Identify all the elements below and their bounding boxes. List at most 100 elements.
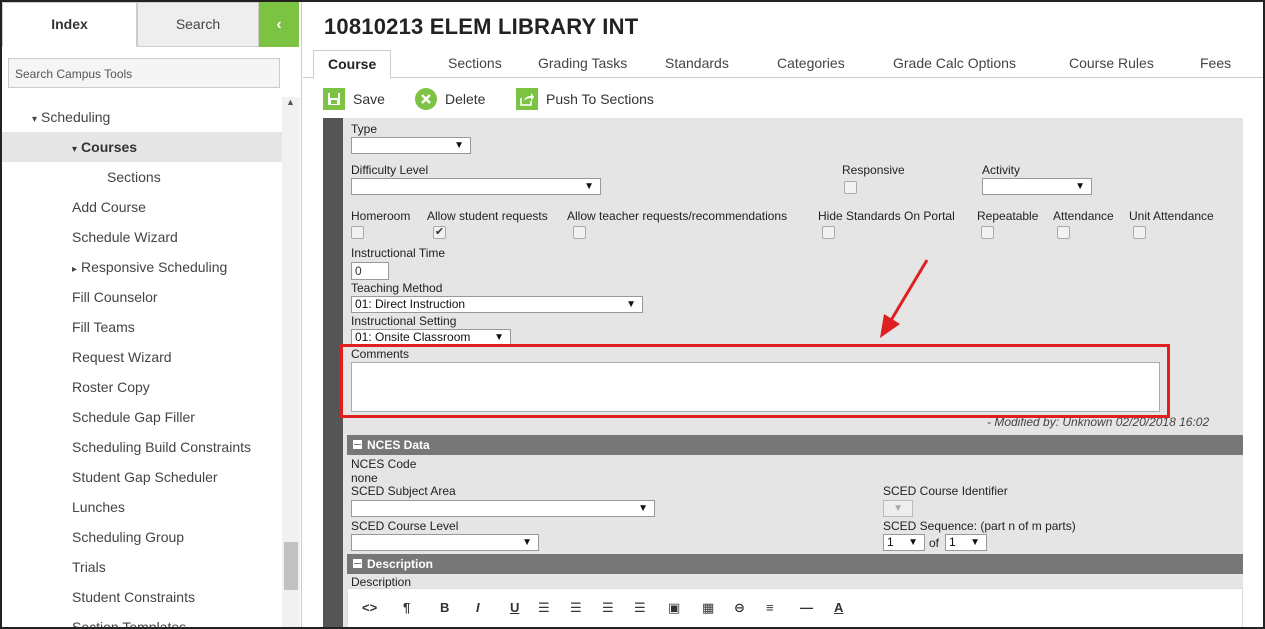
dropdown-arrow-icon: ▼ — [454, 140, 464, 151]
save-button[interactable]: Save — [323, 86, 385, 112]
sidebar-item-label: Courses — [81, 139, 138, 155]
hide-standards-checkbox[interactable] — [822, 226, 835, 239]
indent-icon[interactable]: ☰ — [634, 600, 646, 616]
sced-subject-area-select[interactable]: ▼ — [351, 500, 655, 517]
tab-index[interactable]: Index — [2, 2, 137, 47]
allow-student-requests-label: Allow student requests — [427, 209, 548, 223]
dropdown-arrow-icon: ▼ — [626, 299, 636, 310]
description-header-label: Description — [367, 557, 434, 571]
tab-fees[interactable]: Fees — [1200, 50, 1231, 78]
collapse-sidebar-button[interactable]: ‹ — [259, 2, 299, 47]
table-icon[interactable]: ▦ — [702, 600, 714, 616]
align-icon[interactable]: ≡ — [766, 600, 774, 615]
course-tabs: Course Sections Grading Tasks Standards … — [303, 50, 1263, 79]
sced-sequence-label: SCED Sequence: (part n of m parts) — [883, 519, 1076, 533]
push-to-sections-button[interactable]: Push To Sections — [516, 86, 654, 112]
nces-data-header[interactable]: NCES Data — [347, 435, 1243, 455]
dropdown-arrow-icon: ▼ — [638, 503, 648, 514]
rich-text-toolbar: <> ¶ B I U ☰ ☰ ☰ ☰ ▣ ▦ ⊖ ≡ — A — [347, 588, 1243, 627]
sidebar-item-scheduling-group[interactable]: Scheduling Group — [2, 522, 282, 552]
allow-student-requests-checkbox[interactable]: ✔ — [433, 226, 446, 239]
sidebar-item-lunches[interactable]: Lunches — [2, 492, 282, 522]
sced-sequence-m-select[interactable]: 1 ▼ — [945, 534, 987, 551]
tab-search[interactable]: Search — [137, 2, 259, 47]
sidebar-item-trials[interactable]: Trials — [2, 552, 282, 582]
activity-label: Activity — [982, 163, 1021, 177]
search-campus-tools-input[interactable]: Search Campus Tools — [8, 58, 280, 88]
dropdown-arrow-icon: ▼ — [522, 537, 532, 548]
delete-button[interactable]: Delete — [415, 86, 485, 112]
teaching-method-select[interactable]: 01: Direct Instruction ▼ — [351, 296, 643, 313]
image-icon[interactable]: ▣ — [668, 600, 680, 616]
instructional-time-input[interactable]: 0 — [351, 262, 389, 280]
sidebar-item-fill-teams[interactable]: Fill Teams — [2, 312, 282, 342]
tab-standards[interactable]: Standards — [665, 50, 729, 78]
code-view-icon[interactable]: <> — [362, 600, 377, 615]
sidebar-item-section-templates[interactable]: Section Templates — [2, 612, 282, 627]
scrollbar-thumb[interactable] — [284, 542, 298, 590]
sidebar-item-label: Scheduling — [41, 109, 111, 125]
sidebar-item-sections[interactable]: Sections — [2, 162, 282, 192]
responsive-checkbox[interactable] — [844, 181, 857, 194]
attendance-checkbox[interactable] — [1057, 226, 1070, 239]
sidebar-item-student-gap-scheduler[interactable]: Student Gap Scheduler — [2, 462, 282, 492]
text-color-icon[interactable]: A — [834, 600, 843, 615]
attendance-label: Attendance — [1053, 209, 1114, 223]
underline-icon[interactable]: U — [510, 600, 519, 615]
activity-select[interactable]: ▼ — [982, 178, 1092, 195]
scroll-up-icon[interactable]: ▲ — [286, 97, 295, 107]
dropdown-arrow-icon: ▼ — [908, 537, 918, 548]
sced-sequence-n-select[interactable]: 1 ▼ — [883, 534, 925, 551]
sidebar-item-scheduling[interactable]: ▾ Scheduling — [2, 102, 282, 132]
sced-course-identifier-select[interactable]: ▼ — [883, 500, 913, 517]
tab-categories[interactable]: Categories — [777, 50, 845, 78]
sidebar-item-scheduling-build-constraints[interactable]: Scheduling Build Constraints — [2, 432, 282, 462]
sidebar-item-courses[interactable]: ▾ Courses — [2, 132, 282, 162]
sced-course-level-select[interactable]: ▼ — [351, 534, 539, 551]
italic-icon[interactable]: I — [476, 600, 480, 615]
push-to-sections-label: Push To Sections — [546, 91, 654, 107]
dropdown-arrow-icon: ▼ — [1075, 181, 1085, 192]
description-header[interactable]: Description — [347, 554, 1243, 574]
dropdown-arrow-icon: ▼ — [893, 503, 903, 514]
teaching-method-value: 01: Direct Instruction — [355, 297, 466, 311]
sidebar-item-schedule-gap-filler[interactable]: Schedule Gap Filler — [2, 402, 282, 432]
sidebar-item-schedule-wizard[interactable]: Schedule Wizard — [2, 222, 282, 252]
page-title: 10810213 ELEM LIBRARY INT — [324, 14, 639, 39]
instructional-time-label: Instructional Time — [351, 246, 446, 260]
ordered-list-icon[interactable]: ☰ — [570, 600, 582, 616]
dropdown-arrow-icon: ▼ — [494, 332, 504, 343]
sidebar-scrollbar[interactable]: ▲ — [282, 97, 300, 627]
sced-subject-area-label: SCED Subject Area — [351, 484, 456, 498]
sidebar-item-label: Responsive Scheduling — [81, 259, 228, 275]
tab-course[interactable]: Course — [313, 50, 392, 79]
repeatable-checkbox[interactable] — [981, 226, 994, 239]
tab-sections[interactable]: Sections — [448, 50, 502, 78]
type-label: Type — [351, 122, 378, 136]
type-select[interactable]: ▼ — [351, 137, 471, 154]
difficulty-level-select[interactable]: ▼ — [351, 178, 601, 195]
bold-icon[interactable]: B — [440, 600, 449, 615]
main-area: 10810213 ELEM LIBRARY INT Course Section… — [303, 2, 1263, 627]
sidebar-item-student-constraints[interactable]: Student Constraints — [2, 582, 282, 612]
sced-sequence-n-value: 1 — [887, 535, 894, 549]
sidebar-item-add-course[interactable]: Add Course — [2, 192, 282, 222]
save-icon — [323, 88, 345, 110]
unordered-list-icon[interactable]: ☰ — [538, 600, 550, 616]
sidebar-item-roster-copy[interactable]: Roster Copy — [2, 372, 282, 402]
unit-attendance-label: Unit Attendance — [1129, 209, 1214, 223]
tab-course-rules[interactable]: Course Rules — [1069, 50, 1154, 78]
sidebar-item-responsive-scheduling[interactable]: ▸ Responsive Scheduling — [2, 252, 282, 282]
outdent-icon[interactable]: ☰ — [602, 600, 614, 616]
paragraph-icon[interactable]: ¶ — [403, 600, 410, 615]
homeroom-checkbox[interactable] — [351, 226, 364, 239]
link-icon[interactable]: ⊖ — [734, 600, 745, 616]
sidebar-item-fill-counselor[interactable]: Fill Counselor — [2, 282, 282, 312]
unit-attendance-checkbox[interactable] — [1133, 226, 1146, 239]
horizontal-rule-icon[interactable]: — — [800, 600, 813, 615]
tab-grade-calc-options[interactable]: Grade Calc Options — [893, 50, 1016, 78]
sidebar-item-request-wizard[interactable]: Request Wizard — [2, 342, 282, 372]
sced-sequence-of-label: of — [929, 536, 940, 550]
allow-teacher-requests-checkbox[interactable] — [573, 226, 586, 239]
tab-grading-tasks[interactable]: Grading Tasks — [538, 50, 627, 78]
